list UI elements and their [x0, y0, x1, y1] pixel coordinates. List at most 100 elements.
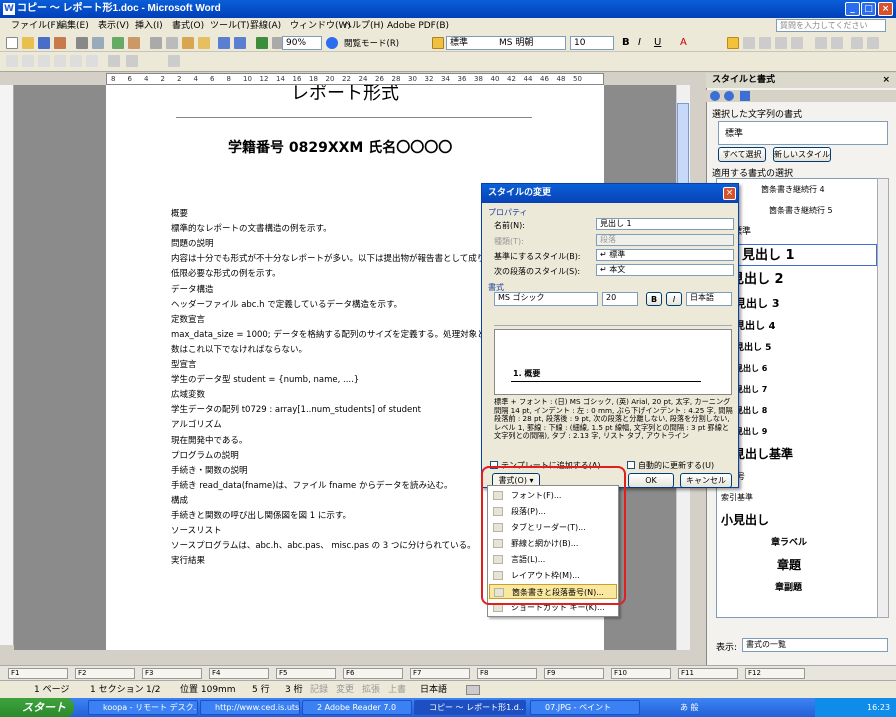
cancel-button[interactable]: キャンセル: [680, 473, 732, 488]
pane-close-icon[interactable]: ×: [882, 73, 890, 88]
menu-file[interactable]: ファイル(F): [11, 18, 59, 34]
style-item[interactable]: 見出し 9: [717, 423, 877, 441]
style-item[interactable]: 索引基準: [717, 489, 877, 507]
help-icon[interactable]: [326, 37, 338, 49]
function-key[interactable]: F12: [745, 668, 805, 679]
select-all-button[interactable]: すべて選択: [718, 147, 766, 162]
style-item[interactable]: 章副題: [717, 579, 877, 597]
function-key[interactable]: F6: [343, 668, 403, 679]
base-style-select[interactable]: ↵ 標準: [596, 249, 734, 261]
menu-insert[interactable]: 挿入(I): [135, 18, 163, 34]
bold-button[interactable]: B: [622, 37, 630, 48]
styles-list-scrollbar[interactable]: [877, 178, 889, 618]
new-style-button[interactable]: 新しいスタイル: [773, 147, 831, 162]
eraser-icon[interactable]: [22, 55, 34, 67]
undo-icon[interactable]: [218, 37, 230, 49]
format-painter-icon[interactable]: [198, 37, 210, 49]
function-key[interactable]: F11: [678, 668, 738, 679]
horizontal-ruler[interactable]: 8 6 4 2 2 4 6 8 10 12 14 16 18 20 22 24 26 28 30 32 34 36 38 40…: [106, 73, 604, 85]
bullets-icon[interactable]: [831, 37, 843, 49]
function-key[interactable]: F1: [8, 668, 68, 679]
function-key[interactable]: F10: [611, 668, 671, 679]
function-key[interactable]: F4: [209, 668, 269, 679]
increase-indent-icon[interactable]: [867, 37, 879, 49]
decrease-indent-icon[interactable]: [851, 37, 863, 49]
font-select[interactable]: MS 明朝: [496, 36, 566, 50]
border-icon[interactable]: [38, 55, 50, 67]
dialog-bold-button[interactable]: B: [646, 292, 662, 306]
task-word[interactable]: コピー ～ レポート形1.d..: [414, 700, 526, 715]
style-item[interactable]: 行番号: [717, 468, 877, 486]
dialog-font-select[interactable]: MS ゴシック: [494, 292, 598, 306]
hyperlink-icon[interactable]: [256, 37, 268, 49]
maximize-icon[interactable]: □: [861, 2, 876, 16]
permission-icon[interactable]: [54, 37, 66, 49]
function-key[interactable]: F7: [410, 668, 470, 679]
menu-table[interactable]: 罫線(A): [250, 18, 281, 34]
vertical-text-icon[interactable]: [54, 55, 66, 67]
function-key[interactable]: F2: [75, 668, 135, 679]
menu-tools[interactable]: ツール(T): [210, 18, 250, 34]
vertical-ruler[interactable]: [0, 85, 14, 645]
style-item[interactable]: 小見出し: [717, 510, 877, 531]
dialog-size-select[interactable]: 20: [602, 292, 638, 306]
print-preview-icon[interactable]: [92, 37, 104, 49]
function-key[interactable]: F3: [142, 668, 202, 679]
minimize-icon[interactable]: _: [845, 2, 860, 16]
ime-indicator[interactable]: あ 般: [680, 702, 699, 713]
double-line-icon[interactable]: [126, 55, 138, 67]
research-icon[interactable]: [128, 37, 140, 49]
menu-help[interactable]: ヘルプ(H): [343, 18, 384, 34]
print-icon[interactable]: [76, 37, 88, 49]
dialog-lang-select[interactable]: 日本語: [686, 292, 732, 306]
style-item[interactable]: 見出し 7: [717, 381, 877, 399]
line-spacing-icon[interactable]: [791, 37, 803, 49]
style-item[interactable]: 標準: [717, 223, 877, 241]
underline-button[interactable]: U: [654, 37, 661, 48]
align-left-icon[interactable]: [727, 37, 739, 49]
next-style-select[interactable]: ↵ 本文: [596, 264, 734, 276]
task-browser[interactable]: http://www.ced.is.uts..: [200, 700, 300, 715]
style-item[interactable]: 見出し 2: [717, 269, 877, 291]
function-key[interactable]: F5: [276, 668, 336, 679]
open-icon[interactable]: [22, 37, 34, 49]
align-center-icon[interactable]: [743, 37, 755, 49]
style-item[interactable]: 見出し 8: [717, 402, 877, 420]
auto-update-checkbox[interactable]: [627, 461, 635, 469]
styles-list[interactable]: 箇条書き継続行 4 箇条書き継続行 5 標準 見出し 1 見出し 2 見出し 3 見出し 4…: [716, 178, 878, 618]
copy-icon[interactable]: [166, 37, 178, 49]
menu-window[interactable]: ウィンドウ(W): [290, 18, 351, 34]
style-item[interactable]: 章題: [717, 555, 877, 576]
style-item[interactable]: 見出し 1: [717, 244, 877, 266]
font-color-button[interactable]: A: [680, 37, 687, 48]
save-icon[interactable]: [38, 37, 50, 49]
function-key[interactable]: F9: [544, 668, 604, 679]
italic-button[interactable]: I: [638, 37, 641, 48]
columns-icon[interactable]: [168, 55, 180, 67]
name-field[interactable]: 見出し 1: [596, 218, 734, 230]
ok-button[interactable]: OK: [628, 473, 674, 488]
style-item[interactable]: 見出し 3: [717, 294, 877, 314]
home-icon[interactable]: [740, 91, 750, 101]
align-right-icon[interactable]: [759, 37, 771, 49]
style-item[interactable]: 箇条書き継続行 4: [717, 181, 877, 199]
style-item[interactable]: 章ラベル: [717, 534, 877, 552]
style-item[interactable]: 箇条書き継続行 5: [717, 202, 877, 220]
task-remote-desktop[interactable]: koopa - リモート デスク..: [88, 700, 198, 715]
new-icon[interactable]: [6, 37, 18, 49]
font-size-select[interactable]: 10: [570, 36, 614, 50]
start-button[interactable]: スタート: [0, 698, 74, 717]
menu-format[interactable]: 書式(O): [172, 18, 204, 34]
help-search-input[interactable]: 質問を入力してください: [776, 19, 886, 32]
styles-pane-icon[interactable]: [432, 37, 444, 49]
spelling-icon[interactable]: [112, 37, 124, 49]
paste-icon[interactable]: [182, 37, 194, 49]
dialog-italic-button[interactable]: I: [666, 292, 682, 306]
alignment-buttons[interactable]: [494, 312, 732, 326]
reading-mode-button[interactable]: 閲覧モード(R): [344, 37, 399, 49]
redo-icon[interactable]: [234, 37, 246, 49]
ruby-icon[interactable]: [70, 55, 82, 67]
dialog-close-icon[interactable]: ×: [723, 187, 736, 200]
style-item[interactable]: 見出し 6: [717, 360, 877, 378]
show-select[interactable]: 書式の一覧: [742, 638, 888, 652]
